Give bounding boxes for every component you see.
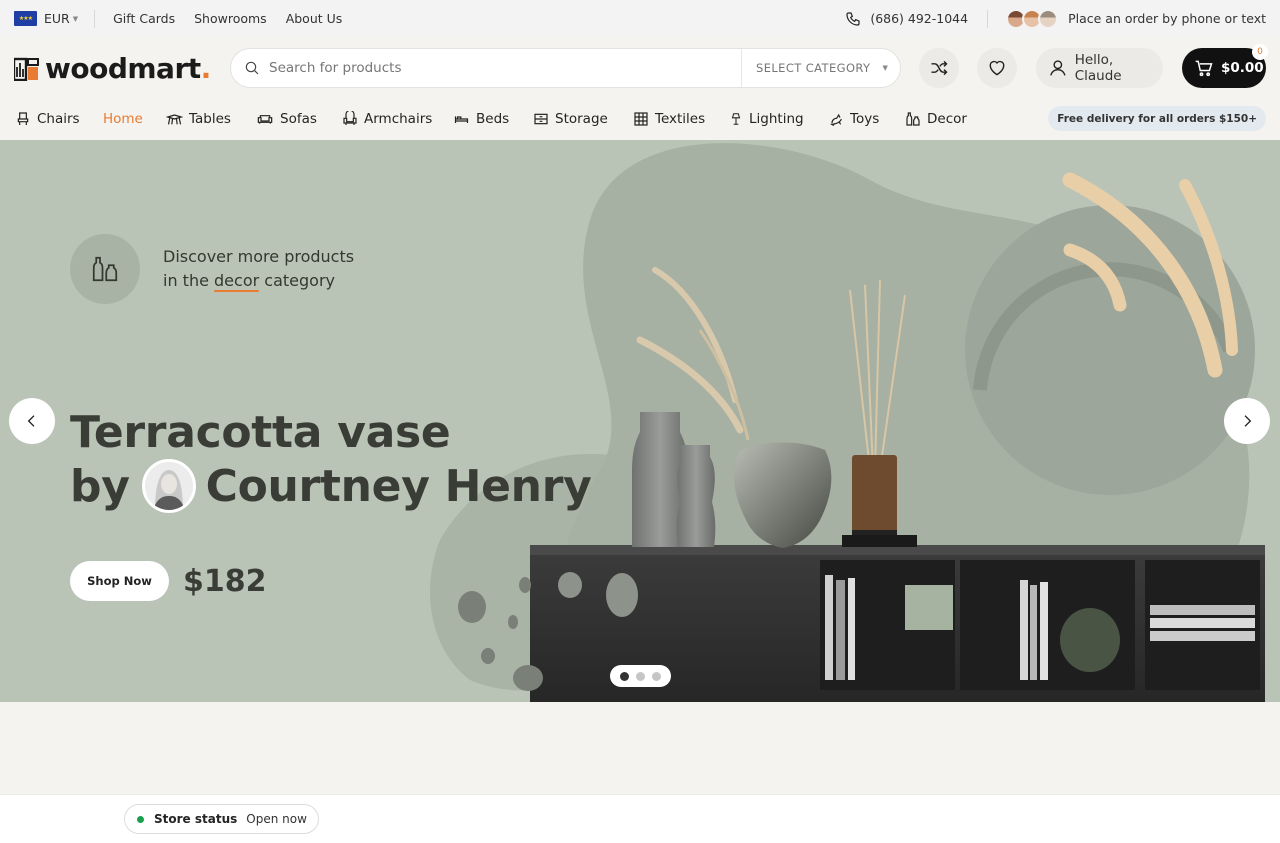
promo-text: Discover more products in the decor cate…: [163, 245, 354, 293]
hero-title-line-1: Terracotta vase: [70, 407, 451, 458]
search-input[interactable]: [269, 60, 729, 76]
nav-item-storage[interactable]: Storage: [533, 97, 608, 140]
hero-author-name: Courtney Henry: [205, 460, 592, 512]
gift-cards-link[interactable]: Gift Cards: [113, 11, 175, 26]
toy-icon: [830, 113, 842, 126]
slider-pagination: [610, 665, 671, 687]
shuffle-icon: [931, 60, 948, 76]
nav-item-armchairs[interactable]: Armchairs: [342, 97, 432, 140]
promo-line-2-post: category: [259, 271, 335, 290]
logo-dot: .: [200, 52, 212, 85]
store-status-label: Store status: [154, 812, 238, 826]
bed-icon: [454, 115, 469, 123]
hero-title-by: by: [70, 460, 130, 512]
slider-dot-2[interactable]: [636, 671, 645, 681]
phone-icon: [846, 11, 860, 26]
author-avatar: [141, 459, 196, 513]
currency-label: EUR: [44, 11, 70, 26]
user-icon: [1050, 60, 1066, 76]
store-status-value: Open now: [246, 812, 307, 826]
cart-count-badge: 0: [1252, 44, 1268, 60]
nav-item-lighting[interactable]: Lighting: [729, 97, 804, 140]
decor-category-link[interactable]: decor: [214, 269, 260, 293]
sofa-icon: [257, 114, 273, 124]
decor-category-badge: [70, 234, 140, 304]
promo-line-1: Discover more products: [163, 247, 355, 266]
account-button[interactable]: Hello, Claude: [1036, 48, 1163, 88]
chair-icon: [17, 111, 29, 125]
storage-icon: [534, 113, 548, 124]
table-icon: [166, 113, 183, 124]
product-price: $182: [183, 563, 267, 599]
nav-item-tables[interactable]: Tables: [166, 97, 231, 140]
support-avatars: [1006, 8, 1059, 29]
nav-item-decor[interactable]: Decor: [905, 97, 967, 140]
cart-total: $0.00: [1221, 60, 1264, 76]
about-us-link[interactable]: About Us: [286, 11, 343, 26]
slider-dot-1[interactable]: [620, 671, 629, 681]
nav-item-toys[interactable]: Toys: [828, 97, 879, 140]
showrooms-link[interactable]: Showrooms: [194, 11, 267, 26]
vase-icon: [92, 256, 118, 282]
eu-flag-icon[interactable]: ★★★: [14, 11, 37, 26]
cart-icon: [1195, 60, 1213, 77]
hero-title: Terracotta vase by Courtney Henry: [70, 406, 592, 513]
nav-item-chairs[interactable]: Chairs: [15, 97, 80, 140]
divider: [987, 9, 989, 28]
chevron-down-icon: ▼: [72, 14, 79, 23]
free-delivery-badge: Free delivery for all orders $150+: [1048, 106, 1266, 131]
category-select[interactable]: SELECT CATEGORY ▼: [741, 49, 901, 87]
main-header: woodmart. SELECT CATEGORY ▼ Hello, Claud…: [0, 37, 1280, 97]
store-status-bar: Store status Open now: [0, 794, 1280, 843]
content-area: [0, 702, 1280, 794]
shop-now-button[interactable]: Shop Now: [70, 561, 169, 601]
currency-switcher[interactable]: EUR ▼: [44, 11, 78, 26]
category-select-label: SELECT CATEGORY: [756, 61, 871, 75]
textiles-icon: [634, 111, 648, 126]
cart-button[interactable]: $0.00 0: [1182, 44, 1268, 88]
slider-dot-3[interactable]: [652, 671, 661, 681]
avatar: [1038, 8, 1059, 29]
search-bar: SELECT CATEGORY ▼: [230, 48, 901, 88]
logo-icon: [14, 57, 39, 81]
nav-item-sofas[interactable]: Sofas: [256, 97, 317, 140]
search-icon[interactable]: [244, 60, 260, 76]
chevron-right-icon: [1244, 415, 1252, 427]
chevron-left-icon: [27, 415, 35, 427]
order-by-phone-link[interactable]: Place an order by phone or text: [1068, 11, 1266, 26]
slider-next-button[interactable]: [1224, 398, 1270, 444]
nav-item-textiles[interactable]: Textiles: [633, 97, 705, 140]
top-bar: ★★★ EUR ▼ Gift Cards Showrooms About Us …: [0, 0, 1280, 37]
account-label: Hello, Claude: [1074, 52, 1122, 84]
nav-item-home[interactable]: Home: [103, 97, 143, 140]
armchair-icon: [343, 110, 357, 125]
lamp-icon: [731, 112, 741, 125]
slider-prev-button[interactable]: [9, 398, 55, 444]
status-dot-icon: [137, 815, 144, 823]
vase-icon: [906, 111, 920, 126]
store-status-pill[interactable]: Store status Open now: [124, 804, 319, 834]
logo-text: woodmart: [45, 52, 201, 85]
wishlist-button[interactable]: [977, 48, 1017, 88]
site-logo[interactable]: woodmart.: [14, 52, 211, 85]
author-photo-icon: [144, 462, 193, 510]
nav-item-beds[interactable]: Beds: [453, 97, 509, 140]
divider: [94, 9, 96, 28]
category-promo[interactable]: Discover more products in the decor cate…: [70, 234, 354, 304]
category-nav: Chairs Home Tables Sofas Armchairs Beds …: [0, 97, 1280, 140]
heart-icon: [989, 60, 1005, 76]
hero-slider: Discover more products in the decor cate…: [0, 140, 1280, 702]
phone-number-link[interactable]: (686) 492-1044: [870, 11, 968, 26]
compare-button[interactable]: [919, 48, 959, 88]
promo-line-2-pre: in the: [163, 271, 215, 290]
chevron-down-icon: ▼: [882, 64, 889, 72]
